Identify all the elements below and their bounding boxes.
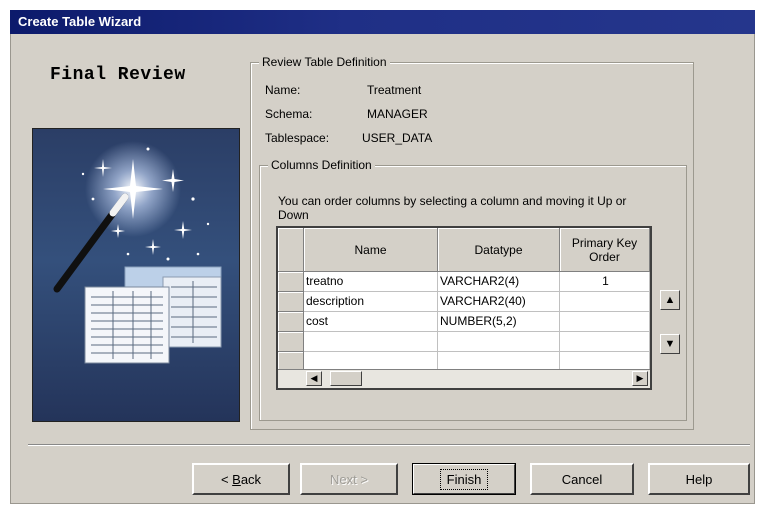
cell-empty[interactable] xyxy=(438,332,560,352)
scroll-thumb[interactable] xyxy=(330,371,362,386)
cell-name[interactable]: description xyxy=(304,292,438,312)
cell-name[interactable]: cost xyxy=(304,312,438,332)
row-selector[interactable] xyxy=(278,332,304,352)
cell-empty[interactable] xyxy=(304,332,438,352)
columns-instructions: You can order columns by selecting a col… xyxy=(278,194,627,222)
cell-datatype[interactable]: NUMBER(5,2) xyxy=(438,312,560,332)
header-datatype[interactable]: Datatype xyxy=(438,228,560,272)
step-title: Final Review xyxy=(50,65,186,85)
cancel-button[interactable]: Cancel xyxy=(530,463,634,495)
row-selector[interactable] xyxy=(278,312,304,332)
finish-button-label: Finish xyxy=(439,468,489,490)
button-separator xyxy=(28,444,750,446)
back-button-label: < Back xyxy=(220,471,262,487)
cell-pk-order[interactable] xyxy=(560,312,650,332)
cell-datatype[interactable]: VARCHAR2(40) xyxy=(438,292,560,312)
cell-datatype[interactable]: VARCHAR2(4) xyxy=(438,272,560,292)
cell-pk-order[interactable]: 1 xyxy=(560,272,650,292)
tablespace-value: USER_DATA xyxy=(362,131,433,145)
magic-wand-icon xyxy=(53,141,222,364)
cell-empty[interactable] xyxy=(560,332,650,352)
header-selector-cell xyxy=(278,228,304,272)
scroll-right-icon[interactable]: ▶ xyxy=(632,371,648,386)
horizontal-scrollbar[interactable]: ◀ ▶ xyxy=(278,369,650,388)
name-label: Name: xyxy=(265,83,301,97)
cell-empty[interactable] xyxy=(304,352,438,370)
schema-value: MANAGER xyxy=(367,107,428,121)
finish-button[interactable]: Finish xyxy=(412,463,516,495)
cell-pk-order[interactable] xyxy=(560,292,650,312)
columns-grid[interactable]: Name Datatype Primary Key Order treatno … xyxy=(276,226,652,390)
row-selector[interactable] xyxy=(278,352,304,370)
schema-label: Schema: xyxy=(265,107,313,121)
next-button[interactable]: Next > xyxy=(300,463,398,495)
columns-group-label: Columns Definition xyxy=(268,158,375,172)
header-primary-key-order[interactable]: Primary Key Order xyxy=(560,228,650,272)
back-button[interactable]: < Back xyxy=(192,463,290,495)
header-name[interactable]: Name xyxy=(304,228,438,272)
wizard-illustration xyxy=(32,128,240,422)
name-value: Treatment xyxy=(367,83,422,97)
arrow-up-icon: ▲ xyxy=(664,294,676,306)
scroll-left-icon[interactable]: ◀ xyxy=(306,371,322,386)
arrow-down-icon: ▼ xyxy=(664,338,676,350)
columns-definition-group: Columns Definition You can order columns… xyxy=(259,158,687,421)
grid-header: Name Datatype Primary Key Order xyxy=(278,228,650,272)
title-bar: Create Table Wizard xyxy=(10,10,755,34)
row-selector[interactable] xyxy=(278,292,304,312)
help-button[interactable]: Help xyxy=(648,463,750,495)
move-up-button[interactable]: ▲ xyxy=(660,290,680,310)
cell-empty[interactable] xyxy=(560,352,650,370)
row-selector[interactable] xyxy=(278,272,304,292)
review-table-definition-group: Review Table Definition Name: Treatment … xyxy=(250,55,694,430)
tablespace-label: Tablespace: xyxy=(265,131,330,145)
review-group-label: Review Table Definition xyxy=(259,55,390,69)
cell-empty[interactable] xyxy=(438,352,560,370)
cell-name[interactable]: treatno xyxy=(304,272,438,292)
wizard-window: Create Table Wizard Final Review Review … xyxy=(10,10,755,504)
move-down-button[interactable]: ▼ xyxy=(660,334,680,354)
